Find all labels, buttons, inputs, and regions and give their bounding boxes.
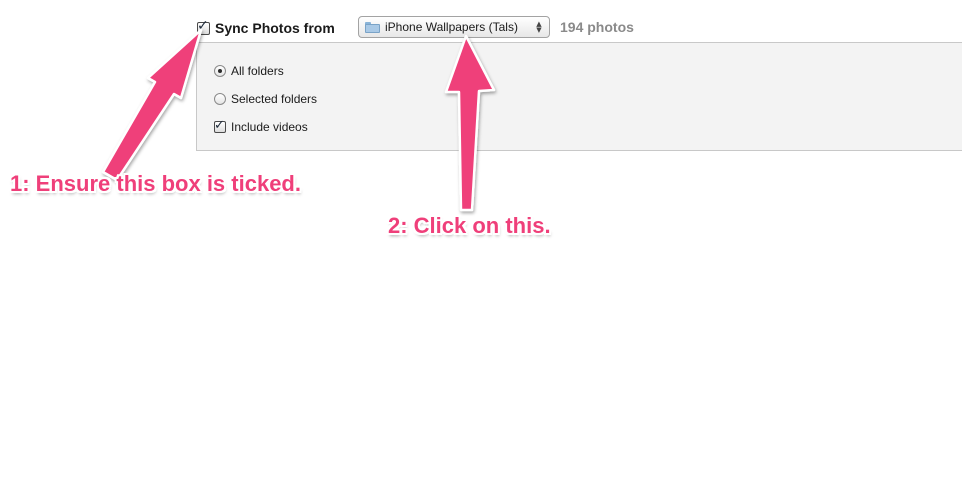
include-videos-label: Include videos [231, 120, 308, 134]
selected-folders-radio[interactable] [214, 93, 226, 105]
checkmark-icon: ✓ [214, 118, 225, 133]
folder-icon [365, 21, 380, 33]
checkmark-icon: ✓ [197, 17, 209, 34]
photo-source-label: iPhone Wallpapers (Tals) [385, 20, 518, 34]
include-videos-option[interactable]: ✓ Include videos [214, 118, 308, 134]
annotation-step-2: 2: Click on this. [388, 213, 551, 238]
photo-source-popup-button[interactable]: iPhone Wallpapers (Tals) ▲ ▼ [358, 16, 550, 38]
selected-folders-label: Selected folders [231, 92, 318, 106]
sync-photos-label: Sync Photos from [215, 20, 335, 36]
all-folders-option[interactable]: All folders [214, 64, 284, 78]
photo-count: 194 photos [560, 19, 634, 35]
up-down-arrows-icon: ▲ ▼ [536, 20, 542, 34]
all-folders-label: All folders [231, 64, 284, 78]
annotation-step-1: 1: Ensure this box is ticked. [10, 171, 301, 196]
sync-photos-checkbox[interactable]: ✓ [197, 17, 210, 35]
sync-photos-row: ✓ Sync Photos from [197, 16, 335, 40]
arrow-to-checkbox [101, 28, 203, 182]
sync-options-panel: All folders Selected folders ✓ Include v… [196, 42, 962, 151]
include-videos-checkbox[interactable]: ✓ [214, 118, 226, 133]
sync-photos-screenshot: ✓ Sync Photos from iPhone Wallpapers (Ta… [0, 0, 962, 489]
selected-folders-option[interactable]: Selected folders [214, 92, 317, 106]
all-folders-radio[interactable] [214, 65, 226, 77]
